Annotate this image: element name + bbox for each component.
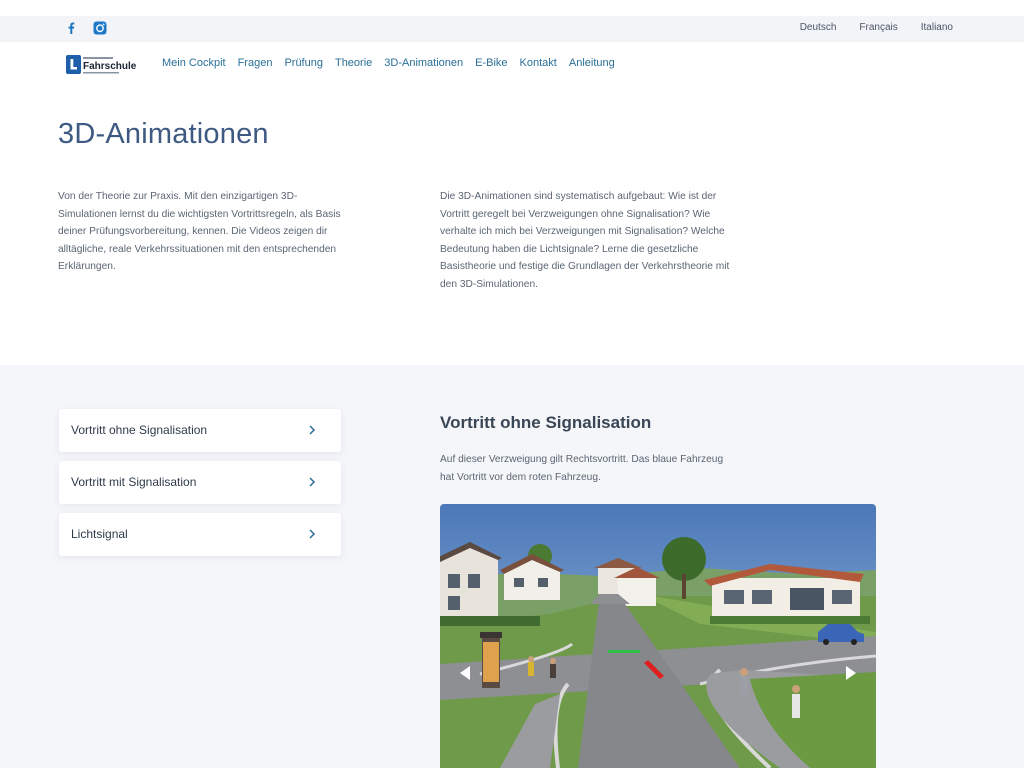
- topic-label: Vortritt ohne Signalisation: [71, 423, 208, 437]
- nav-e-bike[interactable]: E-Bike: [475, 57, 507, 69]
- language-deutsch[interactable]: Deutsch: [800, 22, 837, 33]
- nav-3d-animationen[interactable]: 3D-Animationen: [384, 57, 463, 69]
- chevron-right-icon: [309, 529, 316, 539]
- animation-video-player[interactable]: [440, 504, 876, 768]
- topic-label: Lichtsignal: [71, 527, 128, 541]
- nav-links: Mein Cockpit Fragen Prüfung Theorie 3D-A…: [162, 57, 615, 69]
- top-utility-bar: Deutsch Français Italiano: [0, 16, 1024, 42]
- chevron-right-icon: [309, 477, 316, 487]
- nav-anleitung[interactable]: Anleitung: [569, 57, 615, 69]
- facebook-icon[interactable]: [63, 20, 79, 36]
- language-francais[interactable]: Français: [859, 22, 897, 33]
- nav-fragen[interactable]: Fragen: [238, 57, 273, 69]
- topic-lichtsignal[interactable]: Lichtsignal: [59, 513, 341, 556]
- nav-kontakt[interactable]: Kontakt: [520, 57, 557, 69]
- nav-mein-cockpit[interactable]: Mein Cockpit: [162, 57, 226, 69]
- intro-left-text: Von der Theorie zur Praxis. Mit den einz…: [58, 191, 341, 273]
- topic-vortritt-ohne-signalisation[interactable]: Vortritt ohne Signalisation: [59, 409, 341, 452]
- fahrschule-logo[interactable]: Fahrschule: [66, 54, 140, 76]
- language-italiano[interactable]: Italiano: [921, 22, 953, 33]
- chevron-right-icon: [309, 425, 316, 435]
- instagram-icon[interactable]: [92, 20, 108, 36]
- video-frame-illustration: [440, 504, 876, 768]
- logo-text: Fahrschule: [83, 61, 137, 72]
- topic-label: Vortritt mit Signalisation: [71, 475, 197, 489]
- topic-vortritt-mit-signalisation[interactable]: Vortritt mit Signalisation: [59, 461, 341, 504]
- language-switcher: Deutsch Français Italiano: [800, 22, 953, 33]
- page-title: 3D-Animationen: [58, 118, 269, 150]
- nav-pruefung[interactable]: Prüfung: [284, 57, 323, 69]
- section-title: Vortritt ohne Signalisation: [440, 413, 652, 432]
- section-description: Auf dieser Verzweigung gilt Rechtsvortri…: [440, 454, 724, 483]
- nav-theorie[interactable]: Theorie: [335, 57, 372, 69]
- main-navbar: Fahrschule Mein Cockpit Fragen Prüfung T…: [0, 42, 1024, 86]
- animations-section: Vortritt ohne Signalisation Vortritt mit…: [0, 365, 1024, 768]
- intro-right-text: Die 3D-Animationen sind systematisch auf…: [440, 191, 730, 290]
